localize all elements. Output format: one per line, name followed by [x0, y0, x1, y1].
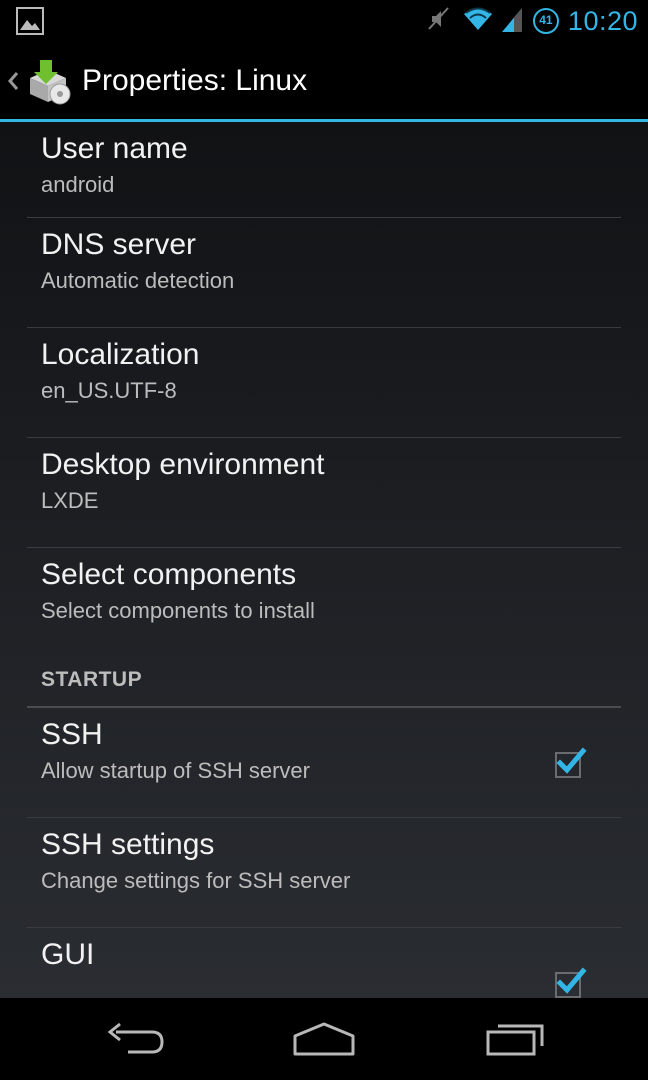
- pref-title: User name: [41, 132, 188, 165]
- action-bar[interactable]: Properties: Linux: [0, 42, 648, 122]
- pref-summary: Automatic detection: [41, 268, 235, 293]
- pref-select-components[interactable]: Select components Select components to i…: [27, 548, 621, 654]
- image-notification-icon: [16, 7, 44, 40]
- preferences-list[interactable]: User name android DNS server Automatic d…: [0, 122, 648, 998]
- mute-icon: [424, 4, 454, 39]
- pref-user-name[interactable]: User name android: [27, 122, 621, 218]
- pref-gui[interactable]: GUI: [27, 928, 621, 998]
- ssh-checkbox[interactable]: [553, 746, 587, 778]
- navigation-bar: [0, 998, 648, 1080]
- pref-title: GUI: [41, 938, 95, 971]
- page-title: Properties: Linux: [82, 64, 308, 97]
- battery-icon: 41: [532, 7, 560, 35]
- recent-apps-icon[interactable]: [482, 1018, 552, 1060]
- clock: 10:20: [567, 5, 638, 36]
- pref-title: Select components: [41, 558, 297, 591]
- app-logo-icon[interactable]: [26, 56, 76, 106]
- pref-title: SSH: [41, 718, 103, 751]
- back-icon[interactable]: [100, 1018, 170, 1060]
- pref-title: Desktop environment: [41, 448, 325, 481]
- status-bar: 41 10:20: [0, 0, 648, 42]
- pref-ssh-settings[interactable]: SSH settings Change settings for SSH ser…: [27, 818, 621, 928]
- pref-ssh[interactable]: SSH Allow startup of SSH server: [27, 708, 621, 818]
- up-caret-icon[interactable]: [6, 68, 20, 94]
- pref-title: DNS server: [41, 228, 197, 261]
- category-label: STARTUP: [41, 668, 143, 691]
- pref-summary: en_US.UTF-8: [41, 378, 177, 403]
- pref-title: Localization: [41, 338, 200, 371]
- pref-title: SSH settings: [41, 828, 215, 861]
- gui-checkbox[interactable]: [553, 966, 587, 998]
- pref-localization[interactable]: Localization en_US.UTF-8: [27, 328, 621, 438]
- pref-summary: LXDE: [41, 488, 99, 513]
- pref-summary: Allow startup of SSH server: [41, 758, 310, 783]
- pref-dns-server[interactable]: DNS server Automatic detection: [27, 218, 621, 328]
- wifi-icon: [462, 4, 494, 39]
- pref-summary: android: [41, 172, 115, 197]
- battery-level: 41: [539, 13, 553, 27]
- pref-summary: Change settings for SSH server: [41, 868, 351, 893]
- pref-summary: Select components to install: [41, 598, 315, 623]
- category-startup: STARTUP: [27, 654, 621, 708]
- cell-signal-icon: [501, 4, 524, 39]
- pref-desktop-environment[interactable]: Desktop environment LXDE: [27, 438, 621, 548]
- home-icon[interactable]: [289, 1018, 359, 1060]
